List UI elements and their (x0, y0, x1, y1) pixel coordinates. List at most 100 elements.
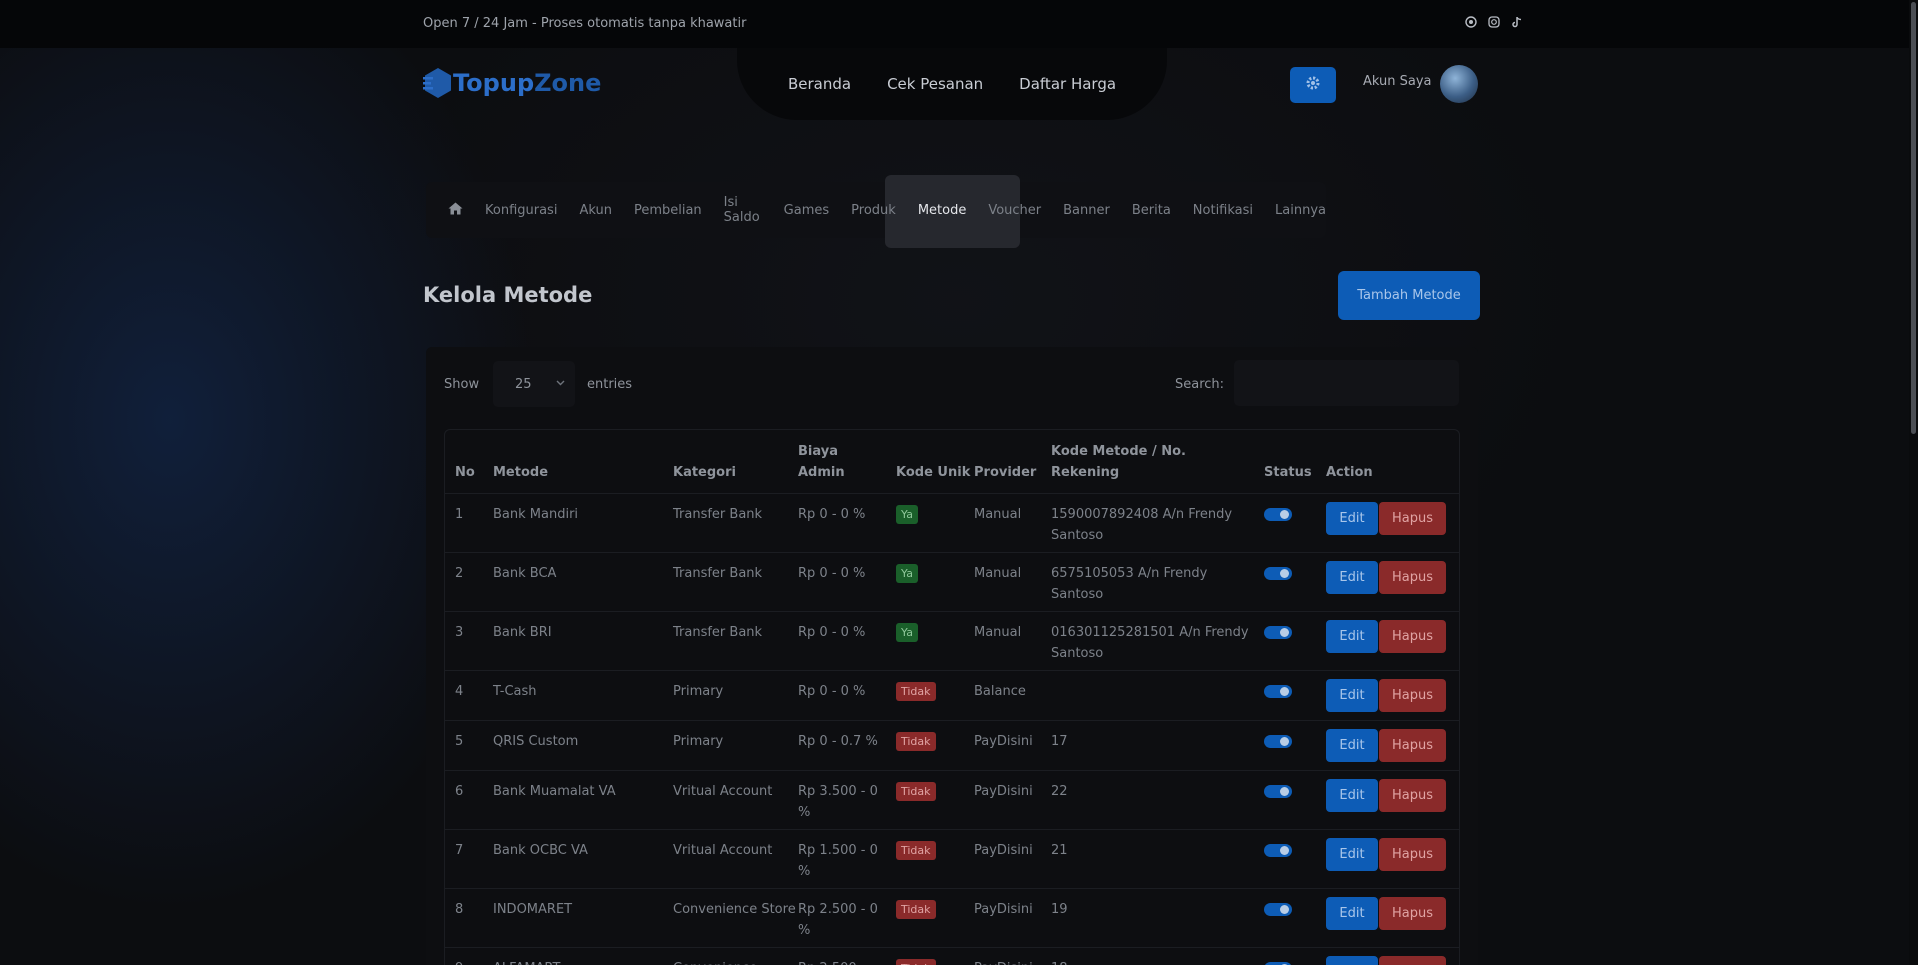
header-metode[interactable]: Metode (493, 430, 673, 494)
cell-kategori: Vritual Account (673, 770, 798, 830)
delete-button[interactable]: Hapus (1379, 778, 1446, 812)
edit-button[interactable]: Edit (1326, 837, 1378, 871)
status-toggle[interactable] (1264, 784, 1292, 798)
table-row: 4 T-Cash Primary Rp 0 - 0 % Tidak Balance Edit… (445, 670, 1459, 721)
entries-select[interactable]: 25 (493, 361, 575, 407)
page-scrollbar[interactable] (1909, 0, 1918, 965)
cell-metode: Bank BCA (493, 552, 673, 612)
cell-provider: PayDisini (974, 770, 1051, 830)
admin-menu-voucher[interactable]: Voucher (988, 203, 1041, 218)
cell-biaya-admin: Rp 0 - 0 % (798, 493, 896, 553)
cell-action: EditHapus (1326, 493, 1459, 553)
status-toggle[interactable] (1264, 566, 1292, 580)
header-provider[interactable]: Provider (974, 430, 1051, 494)
header-kode-metode[interactable]: Kode Metode / No. Rekening (1051, 430, 1264, 494)
header-status[interactable]: Status (1264, 430, 1326, 494)
delete-button[interactable]: Hapus (1379, 560, 1446, 594)
add-method-button[interactable]: Tambah Metode (1338, 271, 1480, 320)
edit-button[interactable]: Edit (1326, 678, 1378, 712)
cell-kategori: Transfer Bank (673, 493, 798, 553)
header-no[interactable]: No (445, 430, 493, 494)
status-toggle[interactable] (1264, 507, 1292, 521)
instagram-icon[interactable] (1487, 16, 1500, 29)
edit-button[interactable]: Edit (1326, 560, 1378, 594)
cell-action: EditHapus (1326, 670, 1459, 721)
admin-menu-akun[interactable]: Akun (579, 203, 612, 218)
edit-button[interactable]: Edit (1326, 501, 1378, 535)
edit-button[interactable]: Edit (1326, 728, 1378, 762)
admin-menu-pembelian[interactable]: Pembelian (634, 203, 702, 218)
methods-table: No Metode Kategori Biaya Admin Kode Unik… (444, 429, 1460, 965)
whatsapp-icon[interactable] (1464, 16, 1477, 29)
cell-kode-metode: 016301125281501 A/n Frendy Santoso (1051, 611, 1264, 671)
cell-kode-metode: 19 (1051, 888, 1264, 948)
cell-kode-unik: Tidak (896, 888, 974, 948)
admin-menu-banner[interactable]: Banner (1063, 203, 1110, 218)
admin-menu-konfigurasi[interactable]: Konfigurasi (485, 203, 557, 218)
status-toggle[interactable] (1264, 961, 1292, 965)
edit-button[interactable]: Edit (1326, 955, 1378, 965)
header-biaya-admin[interactable]: Biaya Admin (798, 430, 896, 494)
cell-kategori: Primary (673, 670, 798, 721)
cell-biaya-admin: Rp 0 - 0 % (798, 670, 896, 721)
settings-button[interactable] (1290, 67, 1336, 103)
header-kode-unik[interactable]: Kode Unik (896, 430, 974, 494)
admin-menu-lainnya[interactable]: Lainnya (1275, 203, 1326, 218)
cell-kode-metode: 18 (1051, 947, 1264, 965)
logo-text-part2: Zone (534, 69, 602, 97)
show-label: Show (444, 377, 480, 392)
search-input[interactable] (1234, 360, 1459, 406)
status-toggle[interactable] (1264, 625, 1292, 639)
nav-daftar-harga[interactable]: Daftar Harga (1019, 75, 1116, 93)
nav-beranda[interactable]: Beranda (788, 75, 851, 93)
header-kategori[interactable]: Kategori (673, 430, 798, 494)
cell-no: 9 (445, 947, 493, 965)
entries-value: 25 (515, 376, 532, 392)
header-action[interactable]: Action (1326, 430, 1459, 494)
cell-provider: Balance (974, 670, 1051, 721)
delete-button[interactable]: Hapus (1379, 728, 1446, 762)
cell-action: EditHapus (1326, 770, 1459, 830)
avatar[interactable] (1440, 65, 1478, 103)
home-icon[interactable] (448, 201, 463, 219)
admin-menu: Konfigurasi Akun Pembelian Isi Saldo Gam… (426, 182, 1326, 238)
cell-status (1264, 493, 1326, 553)
table-row: 3 Bank BRI Transfer Bank Rp 0 - 0 % Ya Manual… (445, 611, 1459, 671)
delete-button[interactable]: Hapus (1379, 896, 1446, 930)
delete-button[interactable]: Hapus (1379, 501, 1446, 535)
status-toggle[interactable] (1264, 902, 1292, 916)
account-label[interactable]: Akun Saya (1363, 74, 1432, 89)
admin-menu-isi-saldo[interactable]: Isi Saldo (724, 195, 762, 225)
main-nav: Beranda Cek Pesanan Daftar Harga (737, 48, 1167, 120)
kode-unik-badge: Tidak (896, 731, 936, 751)
delete-button[interactable]: Hapus (1379, 678, 1446, 712)
cell-kode-metode: 1590007892408 A/n Frendy Santoso (1051, 493, 1264, 553)
kode-unik-badge: Tidak (896, 899, 936, 919)
status-toggle[interactable] (1264, 843, 1292, 857)
search-label: Search: (1175, 377, 1225, 392)
admin-menu-produk[interactable]: Produk (851, 203, 896, 218)
scrollbar-thumb[interactable] (1911, 2, 1916, 434)
kode-unik-badge: Tidak (896, 840, 936, 860)
header: TopupZone Beranda Cek Pesanan Daftar Har… (0, 48, 1918, 124)
admin-menu-berita[interactable]: Berita (1132, 203, 1171, 218)
logo[interactable]: TopupZone (423, 66, 601, 100)
delete-button[interactable]: Hapus (1379, 619, 1446, 653)
delete-button[interactable]: Hapus (1379, 955, 1446, 965)
cell-kode-metode: 6575105053 A/n Frendy Santoso (1051, 552, 1264, 612)
kode-unik-badge: Ya (896, 622, 918, 642)
nav-cek-pesanan[interactable]: Cek Pesanan (887, 75, 983, 93)
tiktok-icon[interactable] (1510, 16, 1523, 29)
admin-menu-notifikasi[interactable]: Notifikasi (1193, 203, 1253, 218)
edit-button[interactable]: Edit (1326, 778, 1378, 812)
kode-unik-badge: Ya (896, 504, 918, 524)
cell-action: EditHapus (1326, 829, 1459, 889)
cell-status (1264, 888, 1326, 948)
delete-button[interactable]: Hapus (1379, 837, 1446, 871)
edit-button[interactable]: Edit (1326, 896, 1378, 930)
status-toggle[interactable] (1264, 684, 1292, 698)
edit-button[interactable]: Edit (1326, 619, 1378, 653)
admin-menu-metode[interactable]: Metode (918, 203, 967, 218)
admin-menu-games[interactable]: Games (784, 203, 829, 218)
status-toggle[interactable] (1264, 734, 1292, 748)
